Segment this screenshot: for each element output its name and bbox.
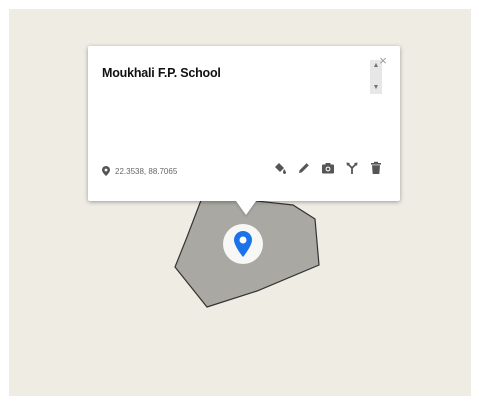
camera-icon <box>322 163 334 174</box>
location-pin-icon <box>234 231 252 257</box>
place-title: Moukhali F.P. School <box>102 66 221 80</box>
edit-button[interactable] <box>296 160 312 176</box>
popup-pointer <box>236 201 256 215</box>
coordinates-text: 22.3538, 88.7065 <box>115 166 178 176</box>
photo-button[interactable] <box>320 160 336 176</box>
style-button[interactable] <box>272 160 288 176</box>
pencil-icon <box>299 163 309 173</box>
close-icon[interactable]: × <box>376 54 390 68</box>
popup-toolbar <box>264 160 384 176</box>
paint-bucket-icon <box>275 163 286 174</box>
coordinates-row: 22.3538, 88.7065 <box>102 166 177 176</box>
location-marker[interactable] <box>223 224 263 264</box>
info-popup: Moukhali F.P. School ▲ ▼ × 22.3538, 88.7… <box>88 46 400 215</box>
location-pin-icon <box>102 166 110 176</box>
directions-button[interactable] <box>344 160 360 176</box>
trash-icon <box>371 161 381 174</box>
scroll-down-arrow[interactable]: ▼ <box>370 82 382 94</box>
route-icon <box>346 162 358 174</box>
map-view[interactable]: Moukhali F.P. School ▲ ▼ × 22.3538, 88.7… <box>9 9 471 396</box>
delete-button[interactable] <box>368 160 384 176</box>
